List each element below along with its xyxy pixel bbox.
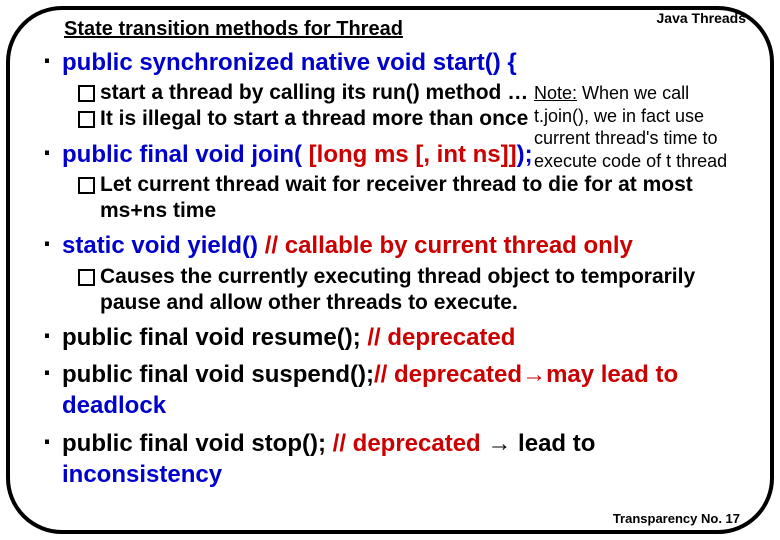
sig-text: ); [517,141,533,168]
sig-text: public final void join( [62,141,309,168]
note-text: execute code of t thread [534,151,727,171]
sig-comment: // callable by current thread only [265,232,633,259]
inconsistency-word: inconsistency [62,461,222,488]
page-number: Transparency No. 17 [613,511,740,526]
note-text: t.join(), we in fact use [534,106,704,126]
deadlock-word: deadlock [62,392,166,419]
sig-tail: may lead to [546,361,678,388]
note-text: When we call [577,83,689,103]
sub: Causes the currently executing thread ob… [78,264,756,317]
sig-text: static void yield() [62,232,265,259]
sig-comment: // deprecated [374,361,522,388]
header-topic: Java Threads [657,10,747,26]
slide-title: State transition methods for Thread [64,18,756,41]
sig-suspend: public final void suspend();// deprecate… [62,359,756,421]
item-yield: static void yield() // callable by curre… [36,230,756,316]
sig-comment: // deprecated [333,430,488,457]
note-text: current thread's time to [534,128,718,148]
sig-start: public synchronized native void start() … [62,47,756,78]
slide-content: Java Threads State transition methods fo… [36,10,756,532]
note-label: Note: [534,83,577,103]
sig-stop: public final void stop(); // deprecated … [62,428,756,490]
sig-text: public final void suspend(); [62,361,374,388]
item-suspend: public final void suspend();// deprecate… [36,359,756,421]
sig-yield: static void yield() // callable by curre… [62,230,756,261]
item-stop: public final void stop(); // deprecated … [36,428,756,490]
sig-comment: // deprecated [367,324,515,351]
item-resume: public final void resume(); // deprecate… [36,322,756,353]
note-overlay: Note: When we call t.join(), we in fact … [534,82,780,172]
arrow-icon: → [522,361,546,388]
sub: Let current thread wait for receiver thr… [78,172,756,225]
arrow-icon: → [487,430,511,457]
sig-text: public final void stop(); [62,430,333,457]
sig-tail: lead to [511,430,595,457]
sig-text: public final void resume(); [62,324,367,351]
sig-resume: public final void resume(); // deprecate… [62,322,756,353]
sig-optional: [long ms [, int ns]] [309,141,517,168]
